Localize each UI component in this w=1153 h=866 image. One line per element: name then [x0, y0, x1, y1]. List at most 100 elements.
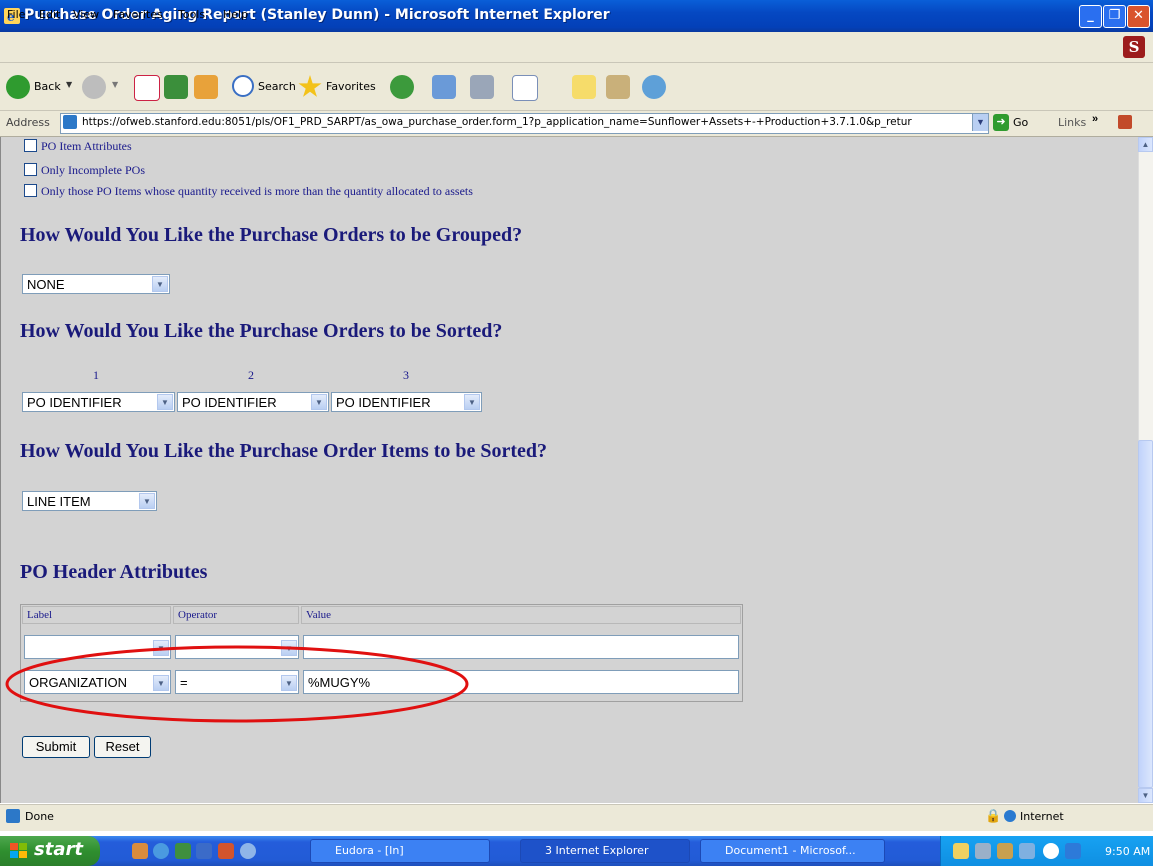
task-document1[interactable]: Document1 - Microsof... [700, 839, 885, 863]
tray-icon-1[interactable] [953, 843, 969, 859]
sort-column-number: 1 [93, 368, 99, 382]
column-header-label: Label [22, 606, 171, 624]
research-icon[interactable] [606, 75, 630, 99]
task-internet-explorer[interactable]: 3 Internet Explorer [520, 839, 690, 863]
edit-icon[interactable] [512, 75, 538, 101]
scroll-thumb[interactable] [1138, 440, 1153, 788]
page-content: PO Item Attributes Only Incomplete POs O… [0, 137, 1139, 803]
chevron-down-icon: ▼ [157, 394, 173, 410]
submit-button[interactable]: Submit [22, 736, 90, 758]
search-icon[interactable] [232, 75, 254, 97]
grouping-heading: How Would You Like the Purchase Orders t… [20, 224, 523, 246]
messenger-icon[interactable] [642, 75, 666, 99]
annotation-ellipse [5, 645, 469, 723]
menu-bar [0, 32, 1153, 63]
checkbox-label: Only those PO Items whose quantity recei… [41, 184, 473, 198]
task-eudora[interactable]: Eudora - [In] [310, 839, 490, 863]
network-icon[interactable] [1065, 843, 1081, 859]
quicklaunch-outlook-icon[interactable] [218, 843, 234, 859]
links-button[interactable]: Links [1058, 116, 1086, 129]
chevron-right-icon[interactable]: » [1092, 113, 1098, 125]
reset-button[interactable]: Reset [94, 736, 151, 758]
sort-value: PO IDENTIFIER [182, 395, 277, 410]
item-sort-value: LINE ITEM [27, 494, 91, 509]
task-label: Eudora - [In] [335, 844, 404, 857]
globe-icon [1004, 810, 1016, 822]
tray-icon-3[interactable] [997, 843, 1013, 859]
menu-tools[interactable]: Tools [178, 8, 205, 21]
task-label: Document1 - Microsof... [725, 844, 856, 857]
print-icon[interactable] [470, 75, 494, 99]
column-header-operator: Operator [173, 606, 299, 624]
maximize-button[interactable]: ❐ [1103, 5, 1126, 28]
checkbox-only-incomplete[interactable]: Only Incomplete POs [24, 163, 145, 178]
checkbox-label: PO Item Attributes [41, 139, 132, 153]
stop-icon[interactable] [134, 75, 160, 101]
favorites-label[interactable]: Favorites [326, 80, 376, 93]
sort-value: PO IDENTIFIER [336, 395, 431, 410]
sort-column-number: 3 [403, 368, 409, 382]
quicklaunch-mail-icon[interactable] [132, 843, 148, 859]
tray-icon-4[interactable] [1019, 843, 1035, 859]
column-header-value: Value [301, 606, 741, 624]
sort-select-1[interactable]: PO IDENTIFIER ▼ [22, 392, 175, 412]
status-text: Done [25, 810, 54, 823]
go-icon[interactable]: ➜ [993, 114, 1009, 131]
sort-value: PO IDENTIFIER [27, 395, 122, 410]
back-icon[interactable] [6, 75, 30, 99]
extension-icon[interactable] [1118, 115, 1132, 129]
address-url[interactable]: https://ofweb.stanford.edu:8051/pls/OF1_… [82, 116, 962, 128]
forward-icon[interactable] [82, 75, 106, 99]
windows-logo-icon [10, 843, 27, 858]
back-label[interactable]: Back [34, 80, 61, 93]
header-attributes-heading: PO Header Attributes [20, 561, 208, 583]
menu-edit[interactable]: Edit [39, 8, 60, 21]
quicklaunch-ie-icon[interactable] [153, 843, 169, 859]
menu-file[interactable]: File [7, 8, 25, 21]
sorting-heading: How Would You Like the Purchase Orders t… [20, 320, 503, 342]
forward-dropdown-icon[interactable]: ▼ [112, 80, 118, 89]
task-label: 3 Internet Explorer [545, 844, 649, 857]
sort-select-2[interactable]: PO IDENTIFIER ▼ [177, 392, 329, 412]
address-dropdown-icon[interactable]: ▼ [972, 114, 988, 131]
search-label[interactable]: Search [258, 80, 296, 93]
mail-icon[interactable] [432, 75, 456, 99]
item-sort-select[interactable]: LINE ITEM ▼ [22, 491, 157, 511]
page-icon [6, 809, 20, 823]
scroll-down-icon[interactable]: ▼ [1138, 788, 1153, 803]
checkbox-po-item-attributes[interactable]: PO Item Attributes [24, 139, 132, 154]
menu-view[interactable]: View [73, 8, 99, 21]
checkbox-label: Only Incomplete POs [41, 163, 145, 177]
discuss-icon[interactable] [572, 75, 596, 99]
close-button[interactable]: ✕ [1127, 5, 1150, 28]
checkbox-quantity-received[interactable]: Only those PO Items whose quantity recei… [24, 184, 473, 199]
grouping-select[interactable]: NONE ▼ [22, 274, 170, 294]
start-label[interactable]: start [34, 839, 83, 860]
checkbox-box[interactable] [24, 163, 37, 176]
quicklaunch-excel-icon[interactable] [175, 843, 191, 859]
tray-icon-2[interactable] [975, 843, 991, 859]
menu-favorites[interactable]: Favorites [113, 8, 163, 21]
checkbox-box[interactable] [24, 184, 37, 197]
security-zone: Internet [1020, 810, 1064, 823]
quicklaunch-word-icon[interactable] [196, 843, 212, 859]
history-icon[interactable] [390, 75, 414, 99]
grouping-value: NONE [27, 277, 65, 292]
refresh-icon[interactable] [164, 75, 188, 99]
chevron-down-icon: ▼ [311, 394, 327, 410]
home-icon[interactable] [194, 75, 218, 99]
sort-select-3[interactable]: PO IDENTIFIER ▼ [331, 392, 482, 412]
chevron-down-icon: ▼ [139, 493, 155, 509]
menu-help[interactable]: Help [223, 8, 248, 21]
stanford-logo: S [1123, 36, 1145, 58]
quicklaunch-media-icon[interactable] [240, 843, 256, 859]
scroll-up-icon[interactable]: ▲ [1138, 137, 1153, 152]
tray-expand-icon[interactable] [1043, 843, 1059, 859]
minimize-button[interactable]: _ [1079, 5, 1102, 28]
address-label: Address [6, 116, 50, 129]
lock-icon[interactable]: 🔒 [985, 808, 1001, 824]
back-dropdown-icon[interactable]: ▼ [66, 80, 72, 89]
checkbox-box[interactable] [24, 139, 37, 152]
go-button[interactable]: Go [1013, 116, 1028, 129]
favorites-icon[interactable] [298, 75, 322, 97]
